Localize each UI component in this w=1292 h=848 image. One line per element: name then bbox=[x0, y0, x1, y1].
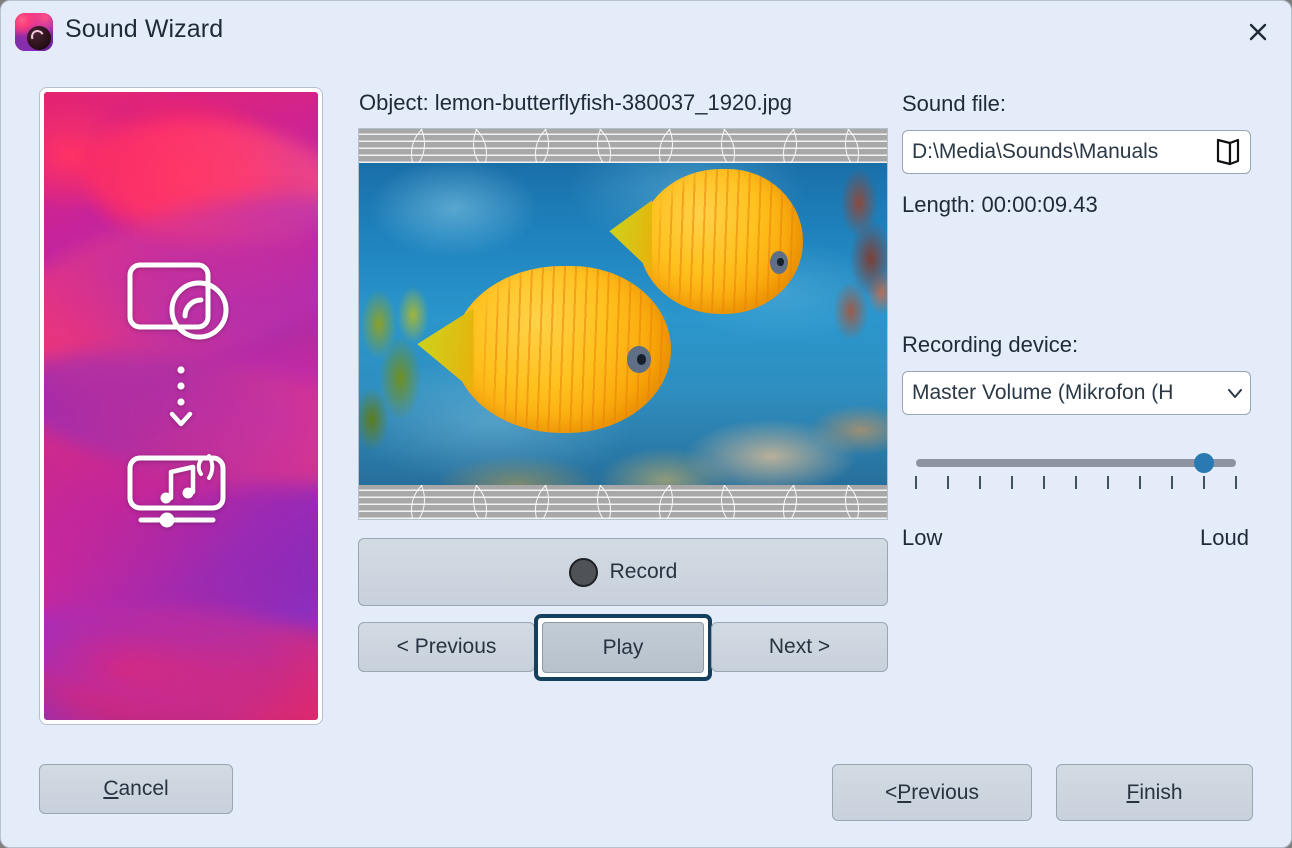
record-button-label: Record bbox=[610, 560, 678, 584]
preview-photo bbox=[359, 163, 887, 485]
audio-player-music-icon bbox=[127, 450, 235, 534]
finish-button[interactable]: Finish bbox=[1056, 764, 1253, 821]
volume-slider-track bbox=[916, 459, 1236, 467]
image-preview bbox=[358, 128, 888, 520]
close-icon bbox=[1247, 21, 1269, 43]
previous-label-pre: < bbox=[885, 781, 897, 805]
wizard-illustration-art bbox=[44, 92, 318, 720]
image-frame-icon bbox=[127, 262, 235, 346]
coral-right bbox=[811, 169, 887, 356]
butterflyfish-small bbox=[639, 169, 803, 314]
cancel-label-post: ancel bbox=[118, 777, 168, 801]
volume-tick bbox=[1139, 476, 1141, 489]
sound-file-label: Sound file: bbox=[902, 91, 1006, 117]
volume-slider-thumb[interactable] bbox=[1194, 453, 1214, 473]
volume-tick bbox=[947, 476, 949, 489]
record-button[interactable]: Record bbox=[358, 538, 888, 606]
finish-accel: F bbox=[1126, 781, 1139, 805]
volume-tick bbox=[1011, 476, 1013, 489]
finish-label-post: inish bbox=[1139, 781, 1182, 805]
sound-length-label: Length: 00:00:09.43 bbox=[902, 192, 1098, 218]
volume-low-label: Low bbox=[902, 525, 942, 551]
open-folder-icon bbox=[1215, 137, 1241, 167]
browse-button[interactable] bbox=[1206, 131, 1250, 173]
fish-eye bbox=[770, 251, 788, 274]
dotted-down-arrow-icon bbox=[168, 364, 194, 432]
wizard-previous-button[interactable]: < Previous bbox=[832, 764, 1032, 821]
volume-tick bbox=[1203, 476, 1205, 489]
recording-device-label: Recording device: bbox=[902, 332, 1078, 358]
preview-pattern-band-bottom bbox=[359, 485, 887, 519]
fish-eye bbox=[627, 346, 651, 373]
preview-previous-button[interactable]: < Previous bbox=[358, 622, 535, 672]
play-button[interactable]: Play bbox=[542, 622, 704, 673]
volume-slider-ticks bbox=[916, 476, 1236, 490]
volume-tick bbox=[1075, 476, 1077, 489]
sound-wizard-dialog: Sound Wizard bbox=[0, 0, 1292, 848]
volume-tick bbox=[1171, 476, 1173, 489]
fish-stripes bbox=[639, 169, 803, 314]
sound-wizard-app-icon bbox=[15, 13, 53, 51]
butterflyfish-large bbox=[454, 266, 670, 433]
record-dot-icon bbox=[569, 558, 598, 587]
wizard-illustration bbox=[39, 87, 323, 725]
sound-file-input[interactable] bbox=[903, 140, 1206, 164]
play-button-focus-ring: Play bbox=[534, 614, 712, 681]
chevron-down-icon bbox=[1220, 389, 1250, 398]
cancel-accel: C bbox=[103, 777, 118, 801]
recording-device-select[interactable]: Master Volume (Mikrofon (H bbox=[902, 371, 1251, 415]
window-title: Sound Wizard bbox=[65, 15, 223, 44]
recording-device-value: Master Volume (Mikrofon (H bbox=[903, 381, 1220, 405]
volume-tick bbox=[915, 476, 917, 489]
title-bar: Sound Wizard bbox=[1, 1, 1292, 63]
sound-file-field[interactable] bbox=[902, 130, 1251, 174]
wizard-illustration-icons bbox=[44, 262, 318, 534]
pattern-loop bbox=[845, 129, 887, 163]
volume-tick bbox=[1043, 476, 1045, 489]
preview-next-button[interactable]: Next > bbox=[711, 622, 888, 672]
cancel-button[interactable]: Cancel bbox=[39, 764, 233, 814]
volume-tick bbox=[1107, 476, 1109, 489]
previous-accel: P bbox=[897, 781, 911, 805]
volume-tick bbox=[1235, 476, 1237, 489]
volume-tick bbox=[979, 476, 981, 489]
recording-volume-slider[interactable] bbox=[916, 451, 1236, 475]
close-button[interactable] bbox=[1239, 13, 1277, 51]
previous-label-post: revious bbox=[911, 781, 979, 805]
object-label: Object: lemon-butterflyfish-380037_1920.… bbox=[359, 90, 792, 116]
preview-pattern-band-top bbox=[359, 129, 887, 163]
volume-loud-label: Loud bbox=[1200, 525, 1249, 551]
pattern-loop bbox=[845, 485, 887, 519]
